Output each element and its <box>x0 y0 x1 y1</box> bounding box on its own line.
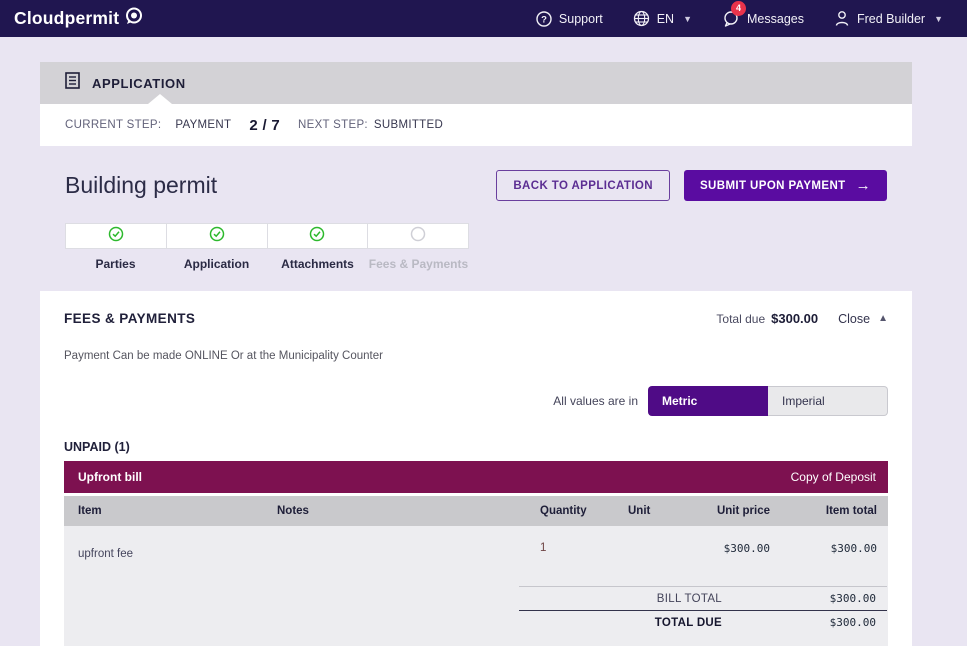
step-fees-payments[interactable] <box>368 224 468 248</box>
bill-title: Upfront bill <box>78 470 142 484</box>
col-unit: Unit <box>628 505 693 517</box>
user-menu[interactable]: Fred Builder ▼ <box>834 10 943 27</box>
user-icon <box>834 10 850 27</box>
application-tab-label: APPLICATION <box>92 76 186 91</box>
step-label-attachments[interactable]: Attachments <box>267 257 368 271</box>
step-label-parties[interactable]: Parties <box>65 257 166 271</box>
application-header-bar[interactable]: APPLICATION <box>40 62 912 104</box>
svg-text:?: ? <box>541 14 547 25</box>
brand-name: Cloudpermit <box>14 8 119 29</box>
total-due-row: TOTAL DUE $300.00 <box>519 610 887 634</box>
cloudpermit-logo[interactable]: Cloudpermit <box>14 5 145 32</box>
bill-totals: BILL TOTAL $300.00 TOTAL DUE $300.00 <box>519 586 887 634</box>
check-circle-icon <box>108 226 124 247</box>
messages-label: Messages <box>747 12 804 26</box>
metric-toggle[interactable]: Metric <box>648 386 768 416</box>
step-parties[interactable] <box>66 224 167 248</box>
step-label-application[interactable]: Application <box>166 257 267 271</box>
steps-label-row: Parties Application Attachments Fees & P… <box>65 257 469 271</box>
total-due-summary: Total due $300.00 <box>716 311 818 326</box>
col-item-total: Item total <box>770 505 888 517</box>
current-step-label: CURRENT STEP: <box>65 119 161 131</box>
top-navigation: Cloudpermit ? Support <box>0 0 967 37</box>
next-step-label: NEXT STEP: <box>298 119 368 131</box>
fees-card-header: FEES & PAYMENTS Total due $300.00 Close ▲ <box>64 311 888 326</box>
check-circle-icon <box>209 226 225 247</box>
fee-item-unit-price: $300.00 <box>693 542 770 555</box>
chevron-down-icon: ▼ <box>683 14 692 24</box>
bill-header-bar: Upfront bill Copy of Deposit <box>64 461 888 493</box>
total-due-label: Total due <box>716 312 765 326</box>
hero-actions: BACK TO APPLICATION SUBMIT UPON PAYMENT … <box>496 170 887 201</box>
col-notes: Notes <box>277 505 540 517</box>
chevron-up-icon: ▲ <box>878 313 888 324</box>
cloudpermit-bubble-icon <box>123 5 145 32</box>
step-label-fees-payments[interactable]: Fees & Payments <box>368 257 469 271</box>
step-progress: 2 / 7 <box>249 117 280 134</box>
steps-status-row <box>65 223 469 249</box>
col-item: Item <box>64 505 277 517</box>
grand-total-label: TOTAL DUE <box>519 617 722 629</box>
units-toggle-row: All values are in Metric Imperial <box>64 386 888 416</box>
imperial-toggle[interactable]: Imperial <box>768 386 888 416</box>
back-to-application-button[interactable]: BACK TO APPLICATION <box>496 170 670 201</box>
copy-of-deposit-link[interactable]: Copy of Deposit <box>791 470 876 484</box>
units-label: All values are in <box>553 394 638 408</box>
bill-total-label: BILL TOTAL <box>519 593 722 605</box>
next-step-value: SUBMITTED <box>374 119 443 131</box>
top-nav-actions: ? Support EN ▼ <box>536 10 943 28</box>
check-circle-icon <box>309 226 325 247</box>
col-quantity: Quantity <box>540 505 628 517</box>
step-attachments[interactable] <box>268 224 369 248</box>
language-menu[interactable]: EN ▼ <box>633 10 692 27</box>
support-label: Support <box>559 12 603 26</box>
unpaid-section-label: UNPAID (1) <box>64 440 888 454</box>
close-section-button[interactable]: Close ▲ <box>838 312 888 326</box>
bill-total-amount: $300.00 <box>722 592 887 605</box>
col-unit-price: Unit price <box>693 505 770 517</box>
document-icon <box>65 72 80 94</box>
help-icon: ? <box>536 11 552 27</box>
bill-total-row: BILL TOTAL $300.00 <box>519 586 887 610</box>
grand-total-amount: $300.00 <box>722 616 887 629</box>
messages-badge: 4 <box>731 1 746 16</box>
arrow-right-icon: → <box>856 177 871 194</box>
total-due-amount: $300.00 <box>771 311 818 326</box>
page-title: Building permit <box>65 172 217 199</box>
table-row: upfront fee 1 $300.00 $300.00 <box>64 542 888 560</box>
user-name: Fred Builder <box>857 12 925 26</box>
application-steps: Parties Application Attachments Fees & P… <box>65 223 469 271</box>
submit-upon-payment-label: SUBMIT UPON PAYMENT <box>700 180 846 192</box>
submit-upon-payment-button[interactable]: SUBMIT UPON PAYMENT → <box>684 170 887 201</box>
workflow-status-bar: CURRENT STEP: PAYMENT 2 / 7 NEXT STEP: S… <box>40 104 912 146</box>
messages-menu[interactable]: 4 Messages <box>722 10 804 28</box>
language-label: EN <box>657 12 674 26</box>
empty-circle-icon <box>410 226 426 247</box>
current-step-value: PAYMENT <box>175 119 231 131</box>
units-segmented-control: Metric Imperial <box>648 386 888 416</box>
bill-body: upfront fee 1 $300.00 $300.00 BILL TOTAL… <box>64 526 888 646</box>
fee-item-quantity: 1 <box>540 542 628 554</box>
permit-header: Building permit BACK TO APPLICATION SUBM… <box>40 170 912 201</box>
back-to-application-label: BACK TO APPLICATION <box>513 180 653 192</box>
step-application[interactable] <box>167 224 268 248</box>
bill-column-headers: Item Notes Quantity Unit Unit price Item… <box>64 496 888 526</box>
fees-section-title: FEES & PAYMENTS <box>64 311 195 326</box>
page-content: APPLICATION CURRENT STEP: PAYMENT 2 / 7 … <box>40 62 912 646</box>
upfront-bill-table: Upfront bill Copy of Deposit Item Notes … <box>64 461 888 646</box>
active-tab-notch <box>148 94 172 104</box>
chevron-down-icon: ▼ <box>934 14 943 24</box>
support-menu[interactable]: ? Support <box>536 11 603 27</box>
messages-bubble-icon: 4 <box>722 10 740 28</box>
payment-instructions: Payment Can be made ONLINE Or at the Mun… <box>64 350 888 362</box>
fee-item-total: $300.00 <box>770 542 888 555</box>
fees-header-right: Total due $300.00 Close ▲ <box>716 311 888 326</box>
fees-payments-card: FEES & PAYMENTS Total due $300.00 Close ▲… <box>40 291 912 646</box>
fee-item-name: upfront fee <box>64 542 277 560</box>
globe-icon <box>633 10 650 27</box>
close-label: Close <box>838 312 870 326</box>
